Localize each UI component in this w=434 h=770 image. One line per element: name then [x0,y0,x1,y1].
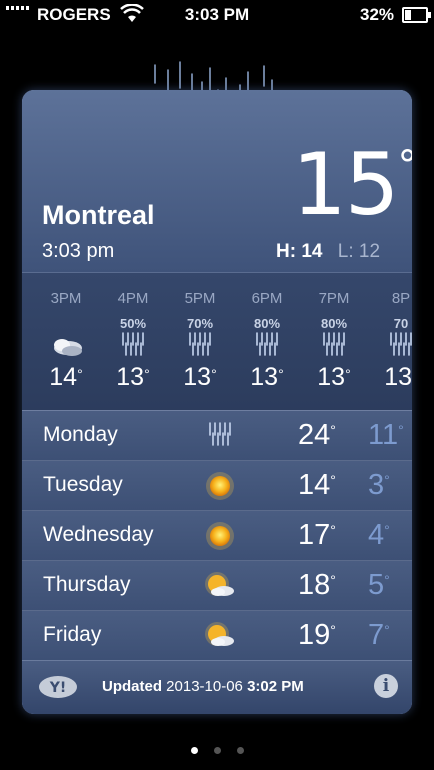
local-time: 3:03 pm [42,240,115,262]
partly-cloudy-icon [48,331,84,363]
sun-icon [202,471,238,501]
daily-row: Wednesday 17° 4° [22,511,412,561]
hour-label: 3PM [50,290,82,307]
precip-chance: 70% [186,316,214,331]
day-name: Thursday [43,573,131,596]
current-temperature: 15° [292,135,412,235]
rain-icon [316,331,352,363]
hour-temp: 13° [317,363,351,391]
daily-row: Friday 19° 7° [22,611,412,661]
day-high: 14° [298,469,336,501]
rain-icon [383,331,412,363]
info-button[interactable]: i [374,674,398,698]
daily-forecast: Monday 24° 11° Tuesday 14° 3° Wednesday 17° 4° Th… [22,410,412,661]
hour-temp: 14° [49,363,83,391]
hour-label: 4PM [117,290,149,307]
updated-timestamp: Updated 2013-10-06 3:02 PM [102,678,304,695]
partly-sunny-icon [202,621,238,651]
hour-label: 6PM [251,290,283,307]
day-name: Monday [43,423,118,446]
status-bar: ROGERS 3:03 PM 32% [0,0,434,30]
day-name: Friday [43,623,102,646]
city-name: Montreal [42,200,155,230]
precip-chance: 70 [393,316,409,331]
battery-percent: 32% [360,5,395,24]
precip-chance: 80% [253,316,281,331]
daily-row: Thursday 18° 5° [22,561,412,611]
rain-icon [249,331,285,363]
hour-temp: 13° [116,363,150,391]
hour-temp: 13° [183,363,217,391]
hour-label: 5PM [184,290,216,307]
day-low: 7° [368,619,390,651]
day-high: 18° [298,569,336,601]
day-high: 24° [298,419,336,451]
hourly-forecast[interactable]: 3PM 14° 4PM 50% 13° 5PM 70% 13° 6PM 80% 13° 7PM 80% 1… [22,272,412,412]
day-name: Wednesday [43,523,154,546]
card-footer: Y! Updated 2013-10-06 3:02 PM i [22,660,412,714]
day-low: 3° [368,469,390,501]
sun-icon [202,521,238,551]
page-dot[interactable] [236,747,244,754]
rain-icon [182,331,218,363]
hour-label: 7PM [318,290,350,307]
day-high: 17° [298,519,336,551]
daily-row: Monday 24° 11° [22,410,412,461]
day-low: 5° [368,569,390,601]
svg-text:Y!: Y! [49,680,67,696]
page-indicator[interactable] [0,741,434,759]
current-conditions: Montreal 3:03 pm 15° H: 14 L: 12 [22,90,412,272]
hour-label: 8P [391,290,411,307]
weather-card[interactable]: Montreal 3:03 pm 15° H: 14 L: 12 3PM 14° 4… [22,90,412,714]
low-temp: L: 12 [337,241,381,262]
yahoo-logo[interactable]: Y! [38,675,78,699]
day-low: 4° [368,519,390,551]
battery-icon [402,7,431,23]
day-low: 11° [368,419,404,451]
day-high: 19° [298,619,336,651]
day-name: Tuesday [43,473,123,496]
hour-temp: 13° [250,363,284,391]
hi-lo: H: 14 L: 12 [276,241,380,263]
precip-chance: 80% [320,316,348,331]
daily-row: Tuesday 14° 3° [22,461,412,511]
precip-chance: 50% [119,316,147,331]
rain-icon [115,331,151,363]
high-temp: H: 14 [276,241,323,262]
page-dot[interactable] [190,747,198,754]
partly-sunny-icon [202,571,238,601]
page-dot[interactable] [213,747,221,754]
rain-icon [202,421,238,451]
hour-temp: 13° [384,363,412,391]
